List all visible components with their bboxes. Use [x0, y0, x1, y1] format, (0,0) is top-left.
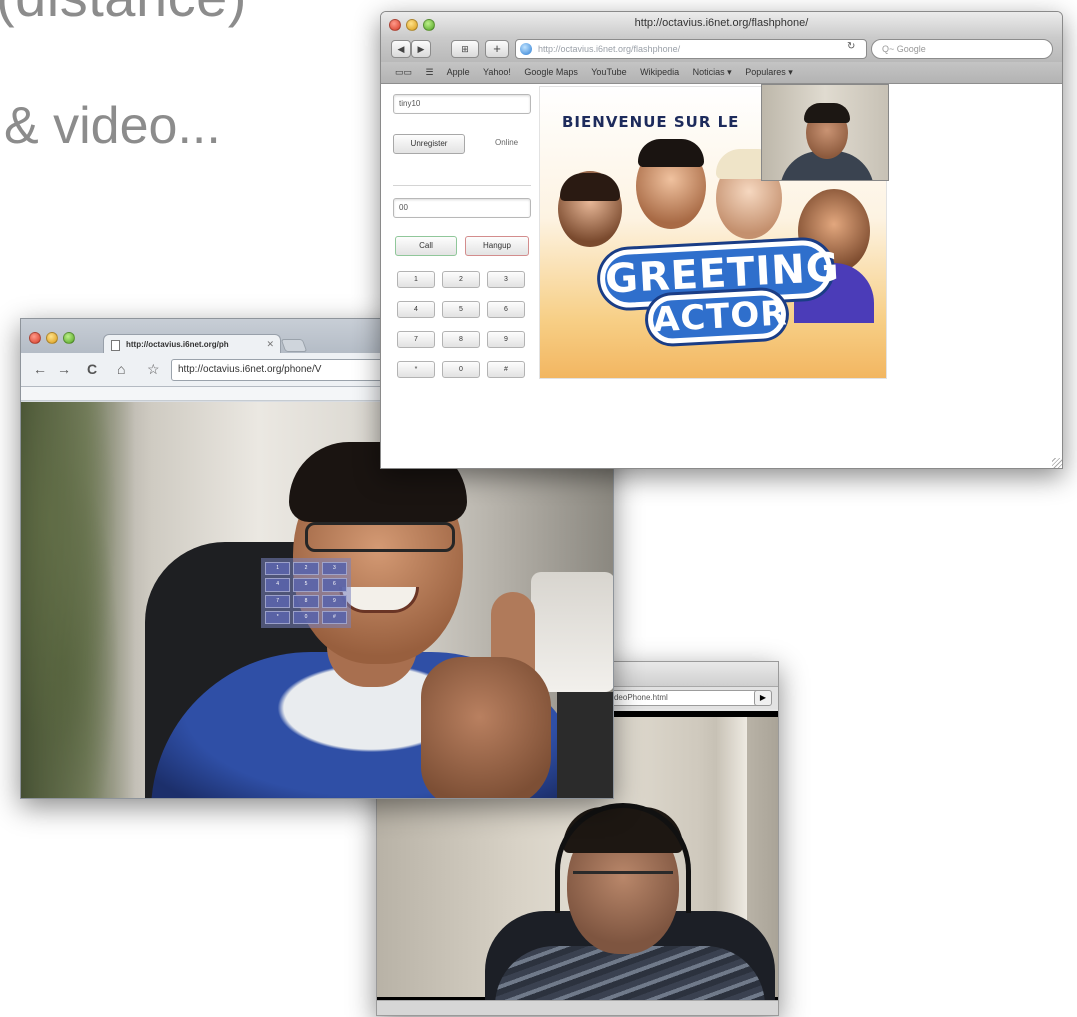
preview-person-hair: [804, 103, 850, 123]
dialpad-key[interactable]: 4: [265, 578, 291, 592]
safari-titlebar[interactable]: http://octavius.i6net.org/flashphone/: [381, 12, 1062, 37]
local-video-preview: [761, 84, 889, 181]
top-sites-icon[interactable]: ☰: [426, 67, 434, 77]
chrome-tab-active[interactable]: http://octavius.i6net.org/ph ✕: [103, 334, 281, 354]
bookmark-link[interactable]: Wikipedia: [640, 67, 679, 77]
keypad-key[interactable]: 1: [397, 271, 435, 288]
hangup-button[interactable]: Hangup: [465, 236, 529, 256]
cartoon-character-hair: [560, 173, 620, 201]
reload-icon[interactable]: ↻: [847, 41, 855, 52]
zoom-window-button[interactable]: [423, 19, 435, 31]
safari-window: http://octavius.i6net.org/flashphone/ ◀ …: [380, 11, 1063, 469]
close-window-button[interactable]: [29, 332, 41, 344]
page-icon: [111, 340, 120, 351]
keypad-key[interactable]: 8: [442, 331, 480, 348]
keypad-key[interactable]: 9: [487, 331, 525, 348]
actor-logo-text: ACTOR: [646, 289, 788, 345]
keypad-key[interactable]: 5: [442, 301, 480, 318]
safari-address-bar[interactable]: http://octavius.i6net.org/flashphone/: [515, 39, 867, 59]
globe-icon: [520, 43, 532, 55]
keypad-key[interactable]: 7: [397, 331, 435, 348]
video-plant: [21, 402, 135, 798]
bookmark-link[interactable]: YouTube: [591, 67, 626, 77]
bookmark-link[interactable]: Apple: [447, 67, 470, 77]
keypad-key[interactable]: *: [397, 361, 435, 378]
minimize-window-button[interactable]: [406, 19, 418, 31]
bookmark-link[interactable]: Yahoo!: [483, 67, 511, 77]
window-controls: [29, 331, 80, 349]
dialpad-key[interactable]: 8: [293, 594, 319, 608]
keypad-key[interactable]: 4: [397, 301, 435, 318]
bookmark-link[interactable]: Google Maps: [524, 67, 578, 77]
dialpad-key[interactable]: #: [321, 610, 347, 624]
dialpad-key[interactable]: 7: [265, 594, 291, 608]
forward-arrow-icon[interactable]: →: [57, 361, 71, 377]
reload-icon[interactable]: C: [87, 361, 97, 377]
dialpad-key[interactable]: 1: [265, 562, 291, 576]
resize-grip-icon[interactable]: [1052, 458, 1062, 468]
snapback-icon[interactable]: ⊞: [451, 40, 479, 58]
safari-bookmarks-bar: ▭▭ ☰ Apple Yahoo! Google Maps YouTube Wi…: [381, 62, 1062, 84]
video-shelves: [557, 692, 613, 798]
slide-subheading: & video...: [4, 97, 221, 155]
keypad-key[interactable]: 3: [487, 271, 525, 288]
keypad-key[interactable]: 6: [487, 301, 525, 318]
bookmark-folder[interactable]: Populares ▾: [745, 67, 793, 77]
cartoon-character-hair: [638, 139, 704, 167]
sip-account-field[interactable]: tiny10: [393, 94, 531, 114]
small-window-go-button[interactable]: ▶: [754, 690, 772, 706]
video-person-glasses: [573, 871, 673, 891]
small-window-statusbar: [377, 1000, 778, 1015]
zoom-window-button[interactable]: [63, 332, 75, 344]
new-tab-button[interactable]: [280, 339, 308, 352]
call-button[interactable]: Call: [395, 236, 457, 256]
minimize-window-button[interactable]: [46, 332, 58, 344]
home-icon[interactable]: ⌂: [117, 361, 125, 377]
dialpad-key[interactable]: 5: [293, 578, 319, 592]
dialpad-key[interactable]: 3: [321, 562, 347, 576]
registration-status: Online: [495, 138, 519, 147]
window-controls: [389, 17, 440, 39]
unregister-button[interactable]: Unregister: [393, 134, 465, 154]
bookmark-star-icon[interactable]: ☆: [147, 361, 160, 378]
slide-heading: (distance): [0, 0, 247, 29]
phone-panel: tiny10 Unregister Online 00 Call Hangup …: [389, 90, 535, 380]
safari-window-title: http://octavius.i6net.org/flashphone/: [634, 17, 809, 29]
bookmark-folder[interactable]: Noticias ▾: [693, 67, 732, 77]
panel-divider: [393, 185, 531, 186]
safari-search-field[interactable]: Q~ Google: [871, 39, 1053, 59]
dialpad-key[interactable]: 2: [293, 562, 319, 576]
safari-url-text: http://octavius.i6net.org/flashphone/: [538, 44, 681, 54]
back-arrow-icon[interactable]: ←: [33, 361, 47, 377]
dial-number-field[interactable]: 00: [393, 198, 531, 218]
video-person-shirt: [495, 946, 765, 1002]
dialpad-key[interactable]: 0: [293, 610, 319, 624]
keypad-key[interactable]: #: [487, 361, 525, 378]
add-bookmark-icon[interactable]: +: [485, 40, 509, 58]
safari-page-content: tiny10 Unregister Online 00 Call Hangup …: [381, 84, 1062, 468]
video-person-glasses: [305, 522, 455, 552]
video-storage-bins: [531, 572, 613, 692]
keypad-key[interactable]: 2: [442, 271, 480, 288]
dialpad-key[interactable]: *: [265, 610, 291, 624]
forward-arrow-icon[interactable]: ▶: [411, 40, 431, 58]
banner-title: BIENVENUE SUR LE: [562, 113, 740, 131]
chrome-tab-title: http://octavius.i6net.org/ph: [126, 340, 229, 349]
back-arrow-icon[interactable]: ◀: [391, 40, 411, 58]
dialpad-key[interactable]: 6: [321, 578, 347, 592]
overlay-dialpad: 1 2 3 4 5 6 7 8 9 * 0 #: [261, 558, 351, 628]
reading-list-icon[interactable]: ▭▭: [395, 67, 412, 77]
safari-toolbar: ◀ ▶ ⊞ + http://octavius.i6net.org/flashp…: [381, 37, 1062, 62]
close-window-button[interactable]: [389, 19, 401, 31]
keypad-key[interactable]: 0: [442, 361, 480, 378]
video-person-hand: [421, 657, 551, 798]
tab-close-icon[interactable]: ✕: [266, 339, 274, 350]
small-window-address-field[interactable]: VideoPhone.html: [601, 690, 761, 706]
dialpad-key[interactable]: 9: [321, 594, 347, 608]
